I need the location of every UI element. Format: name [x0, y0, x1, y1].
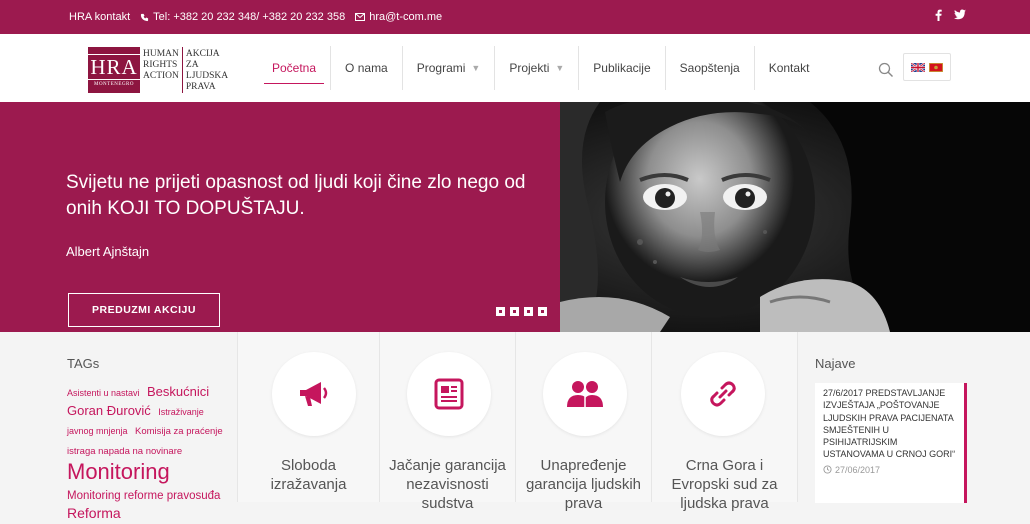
tag-link[interactable]: Goran Đurović: [67, 403, 151, 418]
contact-label[interactable]: HRA kontakt: [69, 11, 130, 23]
nav-item-saopstenja[interactable]: Saopštenja: [664, 46, 754, 90]
logo-mark-text: HRA: [86, 53, 142, 80]
mail-icon: [355, 13, 366, 21]
feature-card-evropski-sud[interactable]: Crna Gora i Evropski sud za ljudska prav…: [652, 332, 798, 512]
nav-label: Početna: [272, 61, 317, 75]
hero-image: [560, 102, 1030, 332]
slider-dot[interactable]: [510, 307, 519, 316]
announcements-widget: Najave 27/6/2017 PREDSTAVLJANJE IZVJEŠTA…: [797, 332, 1030, 503]
feature-title: Jačanje garancija nezavisnosti sudstva: [389, 457, 506, 512]
site-header: HRA MONTENEGRO HUMAN RIGHTS ACTION AKCIJ…: [0, 34, 1030, 102]
phone-icon: [141, 13, 149, 21]
announcement-text: 27/6/2017 PREDSTAVLJANJE IZVJEŠTAJA „POŠ…: [823, 388, 956, 460]
users-icon: [567, 381, 603, 407]
logo-mark-subtext: MONTENEGRO: [94, 81, 134, 87]
nav-label: Publikacije: [593, 61, 651, 75]
phone-text: Tel: +382 20 232 348/ +382 20 232 358: [153, 11, 346, 23]
content-section: TAGs Asistenti u nastavi Beskućnici Gora…: [0, 332, 1030, 521]
feature-card-ljudska-prava[interactable]: Unapređenje garancija ljudskih prava: [516, 332, 652, 512]
nav-item-publikacije[interactable]: Publikacije: [578, 46, 664, 90]
nav-item-projekti[interactable]: Projekti ▼: [494, 46, 578, 90]
nav-label: Saopštenja: [679, 61, 740, 75]
announcement-post[interactable]: 27/6/2017 PREDSTAVLJANJE IZVJEŠTAJA „POŠ…: [815, 383, 967, 503]
feature-card-sloboda[interactable]: Sloboda izražavanja: [238, 332, 380, 502]
feature-icon-circle: [543, 352, 627, 436]
tag-link[interactable]: Reforma: [67, 505, 121, 521]
slider-dot[interactable]: [496, 307, 505, 316]
nav-item-programi[interactable]: Programi ▼: [401, 46, 495, 90]
feature-title: Crna Gora i Evropski sud za ljudska prav…: [671, 457, 778, 512]
nav-label: Kontakt: [768, 61, 810, 75]
chevron-down-icon: ▼: [555, 63, 565, 73]
nav-item-pocetna[interactable]: Početna: [258, 46, 330, 90]
tag-link[interactable]: Beskućnici: [147, 384, 209, 399]
hero-quote: Svijetu ne prijeti opasnost od ljudi koj…: [66, 172, 526, 219]
logo-mark: HRA MONTENEGRO: [86, 47, 142, 93]
link-icon: [710, 381, 736, 407]
main-nav: Početna O nama Programi ▼ Projekti ▼ Publi…: [258, 46, 823, 90]
logo[interactable]: HRA MONTENEGRO HUMAN RIGHTS ACTION AKCIJ…: [86, 47, 228, 93]
announcements-title: Najave: [815, 356, 856, 371]
nav-label: O nama: [345, 61, 388, 75]
slider-dot[interactable]: [538, 307, 547, 316]
logo-line: LJUDSKA: [185, 71, 229, 81]
feature-icon-circle: [272, 352, 356, 436]
nav-item-o-nama[interactable]: O nama: [330, 46, 402, 90]
logo-line: ACTION: [143, 71, 179, 81]
feature-icon-circle: [407, 352, 491, 436]
email-info[interactable]: hra@t-com.me: [355, 11, 442, 23]
social-links: [935, 9, 966, 21]
tags-widget: TAGs Asistenti u nastavi Beskućnici Gora…: [0, 332, 238, 521]
twitter-icon[interactable]: [954, 9, 966, 21]
tag-link[interactable]: Asistenti u nastavi: [67, 388, 140, 398]
email-text: hra@t-com.me: [369, 11, 443, 23]
hero-slider: Svijetu ne prijeti opasnost od ljudi koj…: [0, 102, 1030, 332]
feature-title: Unapređenje garancija ljudskih prava: [525, 457, 642, 512]
search-icon[interactable]: [878, 62, 894, 78]
document-icon: [434, 378, 464, 410]
tag-cloud: Asistenti u nastavi Beskućnici Goran Đur…: [67, 382, 227, 524]
slider-dot[interactable]: [524, 307, 533, 316]
top-bar: HRA kontakt Tel: +382 20 232 348/ +382 2…: [0, 0, 1030, 34]
announcement-date: 27/06/2017: [823, 464, 956, 476]
tag-link[interactable]: Monitoring: [67, 459, 170, 484]
facebook-icon[interactable]: [935, 9, 942, 21]
phone-info: Tel: +382 20 232 348/ +382 20 232 358: [140, 11, 345, 23]
slider-pagination: [496, 307, 547, 316]
logo-line: PRAVA: [185, 82, 216, 92]
language-switcher[interactable]: [903, 53, 951, 81]
feature-title: Sloboda izražavanja: [270, 457, 347, 493]
feature-icon-circle: [681, 352, 765, 436]
logo-line: AKCIJA ZA: [185, 49, 220, 70]
clock-icon: [823, 465, 832, 474]
megaphone-icon: [300, 382, 328, 406]
tags-title: TAGs: [67, 356, 100, 371]
logo-text-me: AKCIJA ZA LJUDSKA PRAVA: [181, 47, 231, 93]
montenegro-flag-icon[interactable]: [929, 62, 943, 72]
logo-line: HUMAN: [143, 49, 179, 59]
uk-flag-icon[interactable]: [911, 62, 925, 72]
chevron-down-icon: ▼: [471, 63, 481, 73]
logo-line: RIGHTS: [143, 60, 178, 70]
take-action-button[interactable]: PREDUZMI AKCIJU: [68, 293, 220, 327]
logo-text-en: HUMAN RIGHTS ACTION: [140, 47, 182, 93]
announcement-date-text: 27/06/2017: [835, 464, 881, 475]
nav-item-kontakt[interactable]: Kontakt: [753, 46, 824, 90]
hero-author: Albert Ajnštajn: [66, 244, 150, 259]
nav-label: Programi: [416, 61, 466, 75]
nav-label: Projekti: [509, 61, 550, 75]
contact-info: HRA kontakt Tel: +382 20 232 348/ +382 2…: [69, 11, 442, 23]
feature-card-sudstvo[interactable]: Jačanje garancija nezavisnosti sudstva: [380, 332, 516, 512]
tag-link[interactable]: Monitoring reforme pravosuđa: [67, 490, 220, 502]
